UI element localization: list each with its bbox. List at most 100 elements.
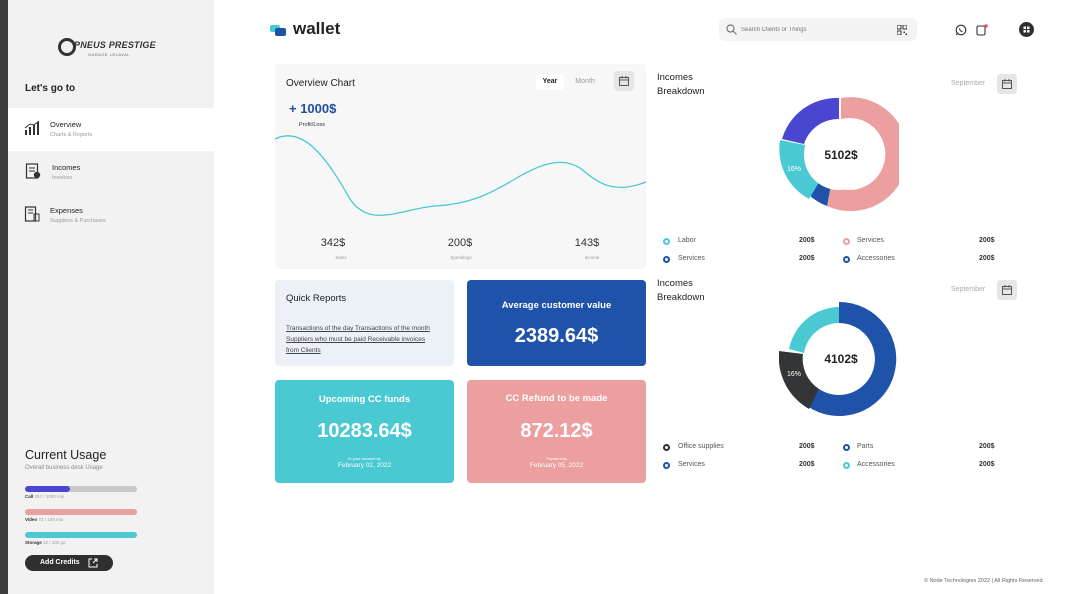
legend-label: Accessories (857, 461, 895, 468)
refund-title: CC Refund to be made (505, 393, 608, 404)
search-icon (726, 24, 737, 35)
upcoming-funds-card: Upcoming CC funds 10283.64$ In your acco… (275, 380, 454, 483)
sidebar-item-incomes[interactable]: Incomes Invoices (8, 151, 214, 194)
legend-dot (843, 256, 850, 263)
donut-center-value: 5102$ (824, 148, 858, 162)
tab-year[interactable]: Year (536, 74, 564, 90)
usage-name: Call (25, 494, 34, 499)
add-credits-label: Add Credits (40, 559, 80, 566)
wallet-app: PNEUS PRESTIGE GARAGE LELAVAL Let's go t… (0, 0, 1089, 594)
usage-value: 72 / 100 min (38, 517, 64, 522)
refund-sub: Payment by (545, 456, 568, 461)
sidebar-item-sublabel: Suppliers & Purchases (50, 218, 106, 224)
stat-income-value: 143$ (574, 237, 600, 249)
usage-bar-storage (25, 532, 137, 538)
overview-line-chart (275, 135, 646, 216)
app-title: wallet (293, 19, 341, 38)
logo-subtext: GARAGE LELAVAL (88, 52, 130, 57)
window-edge (0, 0, 8, 594)
sidebar-item-expenses[interactable]: Expenses Suppliers & Purchases (8, 194, 214, 237)
calendar-icon (1002, 285, 1012, 295)
stat-spendings-label: Spendings (450, 255, 472, 260)
sidebar: PNEUS PRESTIGE GARAGE LELAVAL Let's go t… (8, 0, 214, 594)
legend-dot (663, 462, 670, 469)
usage-bar-video (25, 509, 137, 515)
breakdown-title-line: Incomes (657, 72, 693, 83)
quick-reports-card: Quick Reports Transactions of the day Tr… (275, 280, 454, 366)
legend-label: Services (857, 237, 884, 244)
nav-section-title: Let's go to (25, 83, 76, 94)
calendar-button[interactable] (614, 71, 634, 91)
breakdown-title-1: Incomes Breakdown (657, 71, 737, 99)
usage-bar-fill (25, 509, 137, 515)
refund-value: 872.12$ (520, 420, 593, 442)
legend-dot (843, 238, 850, 245)
profit-value: + 1000$ (289, 101, 337, 116)
usage-bar-call (25, 486, 137, 492)
breakdown-title-line: Breakdown (657, 86, 705, 97)
add-credits-button[interactable]: Add Credits (25, 555, 113, 571)
legend-label: Labor (678, 237, 696, 244)
legend-value: 200$ (979, 443, 995, 450)
donut-slice-percent: 16% (787, 371, 801, 378)
sidebar-item-sublabel: Charts & Reports (50, 132, 93, 138)
donut-slice-percent: 16% (787, 166, 801, 173)
external-link-icon (88, 558, 98, 568)
usage-label-video: Video 72 / 100 min (25, 517, 63, 522)
period-toggle: Year Month (536, 74, 600, 90)
usage-bar-fill (25, 532, 137, 538)
sidebar-item-label: Overview (50, 120, 82, 129)
overview-title: Overview Chart (286, 78, 355, 89)
usage-value: 257 / 1000 min (34, 494, 65, 499)
legend-value: 200$ (799, 237, 815, 244)
search-input[interactable] (741, 22, 891, 37)
breakdown-month-1[interactable]: September (951, 80, 985, 87)
tab-month[interactable]: Month (570, 74, 600, 90)
sidebar-item-overview[interactable]: Overview Charts & Reports (8, 108, 214, 151)
user-avatar[interactable] (1019, 22, 1034, 37)
average-title: Average customer value (501, 300, 612, 311)
usage-value: 12 / 100 go (43, 540, 66, 545)
upcoming-value: 10283.64$ (317, 420, 412, 442)
breakdown-calendar-button-2[interactable] (997, 280, 1017, 300)
legend-dot (843, 444, 850, 451)
breakdown-title-line: Incomes (657, 278, 693, 289)
average-value-card: Average customer value 2389.64$ (467, 280, 646, 366)
breakdown-month-2[interactable]: September (951, 286, 985, 293)
usage-name: Video (25, 517, 38, 522)
legend-value: 200$ (979, 255, 995, 262)
usage-title: Current Usage (25, 448, 107, 462)
qr-code-icon[interactable] (897, 25, 907, 35)
stat-sales-value: 342$ (320, 237, 346, 249)
donut-chart-1: 5102$ 16% (779, 97, 899, 212)
overview-trend-line (275, 135, 646, 216)
whatsapp-icon[interactable] (955, 24, 967, 36)
notification-icon[interactable] (976, 24, 988, 36)
sidebar-item-label: Incomes (52, 163, 81, 172)
breakdown-calendar-button-1[interactable] (997, 74, 1017, 94)
legend-dot (663, 256, 670, 263)
breakdown-title-line: Breakdown (657, 292, 705, 303)
upcoming-sub: In your account by (348, 456, 381, 461)
search-bar[interactable] (719, 18, 917, 41)
footer-copyright: © Node Technologies 2022 | All Rights Re… (924, 578, 1043, 584)
legend-label: Accessories (857, 255, 895, 262)
stat-spendings-value: 200$ (447, 237, 473, 249)
upcoming-date: February 02, 2022 (337, 462, 392, 469)
usage-subtitle: Overall business desk Usage (25, 465, 103, 471)
bar-chart-icon (24, 120, 40, 135)
legend-dot (663, 444, 670, 451)
quick-reports-links[interactable]: Transactions of the day Transactions of … (286, 323, 436, 356)
legend-dot (843, 462, 850, 469)
usage-name: Storage (25, 540, 42, 545)
calendar-icon (619, 76, 629, 86)
legend-value: 200$ (799, 255, 815, 262)
stat-income-label: Income (584, 255, 600, 260)
usage-bar-fill (25, 486, 70, 492)
usage-label-storage: Storage 12 / 100 go (25, 540, 66, 545)
refund-date: February 05, 2022 (529, 462, 584, 469)
company-logo[interactable]: PNEUS PRESTIGE GARAGE LELAVAL (58, 36, 168, 60)
stat-sales-label: Sales (335, 255, 347, 260)
usage-label-call: Call 257 / 1000 min (25, 494, 64, 499)
upcoming-title: Upcoming CC funds (318, 394, 411, 405)
